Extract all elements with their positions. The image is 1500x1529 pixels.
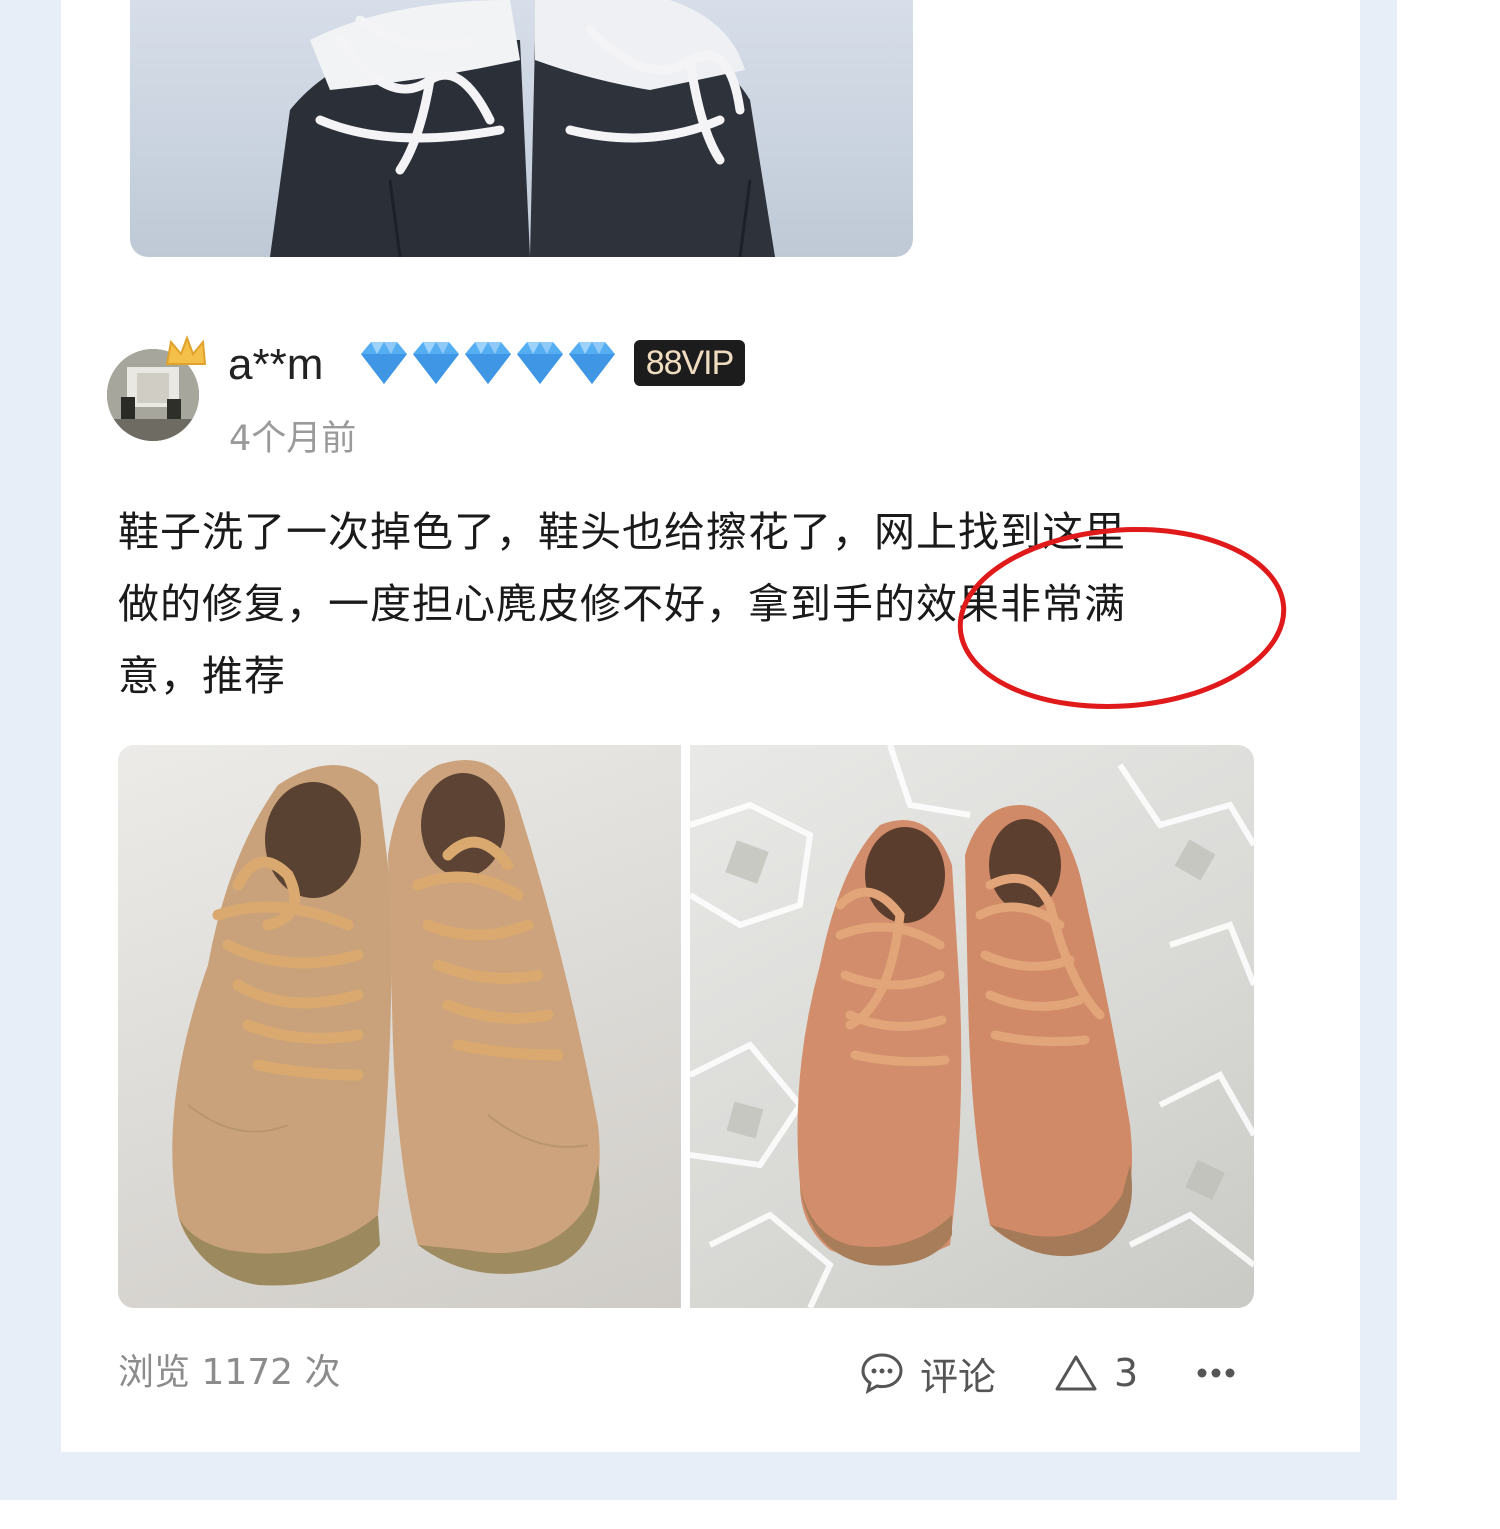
comment-label: 评论 (920, 1354, 997, 1399)
more-dots-icon (1197, 1368, 1235, 1378)
crown-icon (165, 335, 207, 365)
user-level-badges (359, 338, 617, 388)
diamond-icon (413, 342, 459, 384)
comment-icon (861, 1353, 903, 1394)
diamond-icon (361, 342, 407, 384)
like-triangle-icon (1055, 1355, 1097, 1391)
review-text-line: 鞋子洗了一次掉色了，鞋头也给擦花了，网上找到这里 (118, 508, 1126, 556)
username[interactable]: a**m (228, 338, 323, 392)
more-button[interactable] (1196, 1350, 1236, 1396)
review-timestamp: 4个月前 (229, 419, 357, 459)
previous-review-photo[interactable] (130, 0, 913, 257)
comment-button[interactable]: 评论 (860, 1350, 996, 1399)
view-count: 浏览 1172 次 (118, 1352, 341, 1393)
review-text-line: 意，推荐 (118, 652, 286, 700)
shoes-before-photo[interactable] (118, 745, 681, 1308)
like-button[interactable]: 3 (1054, 1350, 1138, 1396)
diamond-icon (517, 342, 563, 384)
vip-badge: 88VIP (634, 340, 745, 386)
like-count: 3 (1114, 1351, 1139, 1395)
shoes-after-photo[interactable] (690, 745, 1254, 1308)
review-text: 鞋子洗了一次掉色了，鞋头也给擦花了，网上找到这里 做的修复，一度担心麂皮修不好，… (118, 496, 1228, 712)
diamond-icon (465, 342, 511, 384)
review-text-line: 做的修复，一度担心麂皮修不好，拿到手的效果非常满 (118, 580, 1126, 628)
diamond-icon (569, 342, 615, 384)
